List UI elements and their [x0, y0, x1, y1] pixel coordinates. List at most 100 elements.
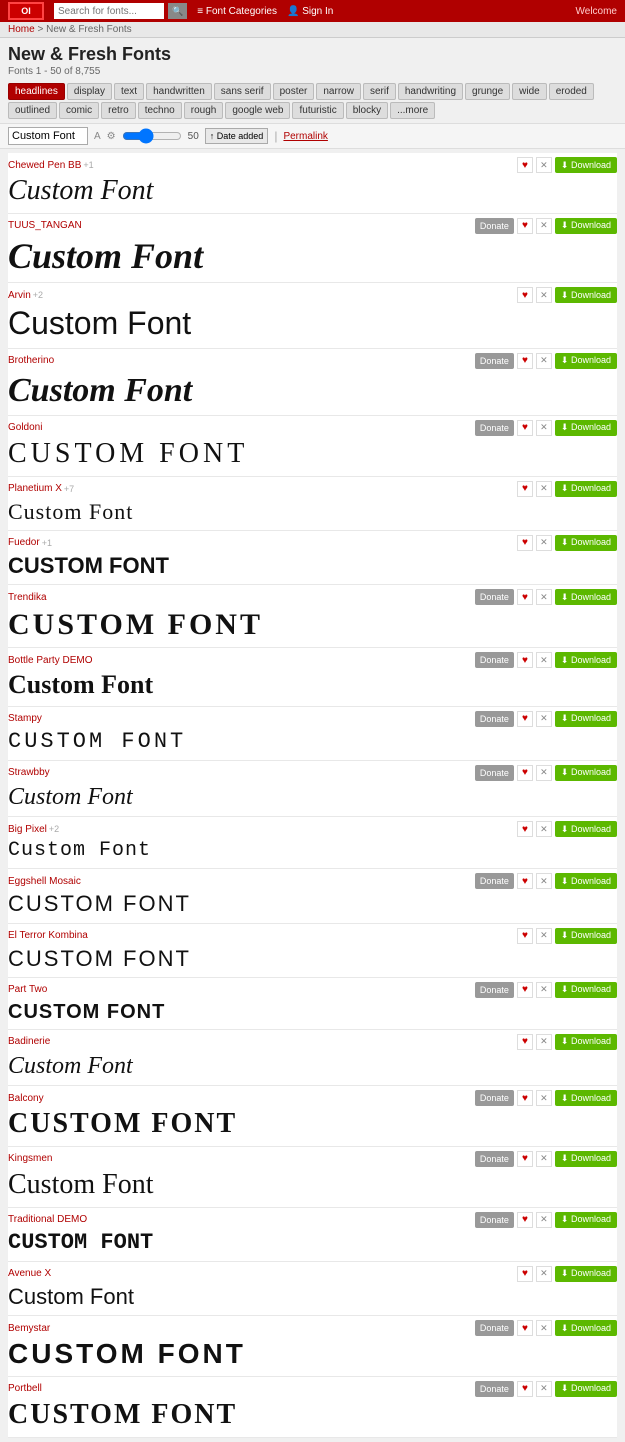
font-name-link[interactable]: Kingsmen [8, 1153, 52, 1164]
heart-button[interactable]: ♥ [517, 1151, 533, 1167]
block-button[interactable]: ✕ [536, 1381, 552, 1397]
filter-tab----more[interactable]: ...more [390, 102, 435, 119]
font-preview[interactable]: Custom Font [8, 782, 617, 812]
block-button[interactable]: ✕ [536, 535, 552, 551]
filter-tab-techno[interactable]: techno [138, 102, 182, 119]
download-button[interactable]: ⬇ Download [555, 287, 617, 303]
font-preview[interactable]: Custom Font [8, 235, 617, 279]
donate-button[interactable]: Donate [475, 218, 514, 234]
filter-tab-rough[interactable]: rough [184, 102, 224, 119]
heart-button[interactable]: ♥ [517, 873, 533, 889]
font-preview[interactable]: Custom Font [8, 370, 617, 411]
block-button[interactable]: ✕ [536, 711, 552, 727]
preview-text-input[interactable] [8, 127, 88, 145]
heart-button[interactable]: ♥ [517, 1034, 533, 1050]
donate-button[interactable]: Donate [475, 652, 514, 668]
filter-tab-text[interactable]: text [114, 83, 144, 100]
font-name-link[interactable]: Stampy [8, 713, 42, 724]
heart-button[interactable]: ♥ [517, 652, 533, 668]
block-button[interactable]: ✕ [536, 353, 552, 369]
download-button[interactable]: ⬇ Download [555, 1320, 617, 1336]
filter-tab-blocky[interactable]: blocky [346, 102, 388, 119]
filter-tab-outlined[interactable]: outlined [8, 102, 57, 119]
filter-tab-grunge[interactable]: grunge [465, 83, 510, 100]
download-button[interactable]: ⬇ Download [555, 765, 617, 781]
font-name-link[interactable]: Fuedor [8, 537, 40, 548]
block-button[interactable]: ✕ [536, 1212, 552, 1228]
heart-button[interactable]: ♥ [517, 535, 533, 551]
heart-button[interactable]: ♥ [517, 218, 533, 234]
heart-button[interactable]: ♥ [517, 928, 533, 944]
filter-tab-sans-serif[interactable]: sans serif [214, 83, 271, 100]
font-preview[interactable]: Custom Font [8, 1168, 617, 1203]
font-name-link[interactable]: Goldoni [8, 422, 42, 433]
filter-tab-poster[interactable]: poster [273, 83, 315, 100]
font-name-link[interactable]: El Terror Kombina [8, 930, 88, 941]
filter-tab-wide[interactable]: wide [512, 83, 547, 100]
download-button[interactable]: ⬇ Download [555, 711, 617, 727]
block-button[interactable]: ✕ [536, 1151, 552, 1167]
donate-button[interactable]: Donate [475, 1090, 514, 1106]
donate-button[interactable]: Donate [475, 982, 514, 998]
font-preview[interactable]: CUSTOM FONT [8, 1107, 617, 1142]
heart-button[interactable]: ♥ [517, 157, 533, 173]
font-name-link[interactable]: Trendika [8, 592, 47, 603]
categories-nav[interactable]: ≡ Font Categories [197, 6, 277, 17]
date-added-btn[interactable]: ↑ Date added [205, 128, 269, 144]
heart-button[interactable]: ♥ [517, 982, 533, 998]
font-preview[interactable]: Custom Font [8, 498, 617, 526]
font-preview[interactable]: Custom Font [8, 838, 617, 864]
search-button[interactable]: 🔍 [168, 3, 187, 19]
filter-tab-narrow[interactable]: narrow [316, 83, 361, 100]
block-button[interactable]: ✕ [536, 420, 552, 436]
font-preview[interactable]: CUSTOM FONT [8, 945, 617, 973]
heart-button[interactable]: ♥ [517, 1266, 533, 1282]
block-button[interactable]: ✕ [536, 157, 552, 173]
permalink-link[interactable]: Permalink [283, 131, 327, 142]
block-button[interactable]: ✕ [536, 821, 552, 837]
download-button[interactable]: ⬇ Download [555, 157, 617, 173]
font-name-link[interactable]: Traditional DEMO [8, 1214, 87, 1225]
filter-tab-serif[interactable]: serif [363, 83, 396, 100]
font-name-link[interactable]: Bottle Party DEMO [8, 655, 92, 666]
download-button[interactable]: ⬇ Download [555, 928, 617, 944]
font-name-link[interactable]: Avenue X [8, 1268, 51, 1279]
font-preview[interactable]: CUSTOM FONT [8, 1337, 617, 1372]
font-name-link[interactable]: Eggshell Mosaic [8, 876, 81, 887]
download-button[interactable]: ⬇ Download [555, 1212, 617, 1228]
font-preview[interactable]: Custom Font [8, 1051, 617, 1081]
block-button[interactable]: ✕ [536, 982, 552, 998]
font-name-link[interactable]: Balcony [8, 1093, 44, 1104]
filter-tab-comic[interactable]: comic [59, 102, 99, 119]
filter-tab-headlines[interactable]: headlines [8, 83, 65, 100]
font-name-link[interactable]: TUUS_TANGAN [8, 220, 82, 231]
download-button[interactable]: ⬇ Download [555, 1151, 617, 1167]
download-button[interactable]: ⬇ Download [555, 1090, 617, 1106]
font-name-link[interactable]: Bemystar [8, 1323, 50, 1334]
font-name-link[interactable]: Big Pixel [8, 824, 47, 835]
download-button[interactable]: ⬇ Download [555, 1266, 617, 1282]
donate-button[interactable]: Donate [475, 1212, 514, 1228]
font-name-link[interactable]: Portbell [8, 1383, 42, 1394]
block-button[interactable]: ✕ [536, 589, 552, 605]
download-button[interactable]: ⬇ Download [555, 821, 617, 837]
font-preview[interactable]: CUSTOM FONT [8, 999, 617, 1025]
font-preview[interactable]: CUSTOM FONT [8, 890, 617, 918]
heart-button[interactable]: ♥ [517, 589, 533, 605]
download-button[interactable]: ⬇ Download [555, 589, 617, 605]
font-preview[interactable]: Custom Font [8, 1283, 617, 1311]
logo[interactable]: OI [8, 2, 44, 20]
heart-button[interactable]: ♥ [517, 353, 533, 369]
block-button[interactable]: ✕ [536, 765, 552, 781]
filter-tab-google-web[interactable]: google web [225, 102, 290, 119]
donate-button[interactable]: Donate [475, 765, 514, 781]
font-name-link[interactable]: Part Two [8, 984, 47, 995]
download-button[interactable]: ⬇ Download [555, 982, 617, 998]
block-button[interactable]: ✕ [536, 481, 552, 497]
block-button[interactable]: ✕ [536, 1034, 552, 1050]
donate-button[interactable]: Donate [475, 353, 514, 369]
block-button[interactable]: ✕ [536, 1320, 552, 1336]
block-button[interactable]: ✕ [536, 287, 552, 303]
filter-tab-handwritten[interactable]: handwritten [146, 83, 212, 100]
heart-button[interactable]: ♥ [517, 420, 533, 436]
